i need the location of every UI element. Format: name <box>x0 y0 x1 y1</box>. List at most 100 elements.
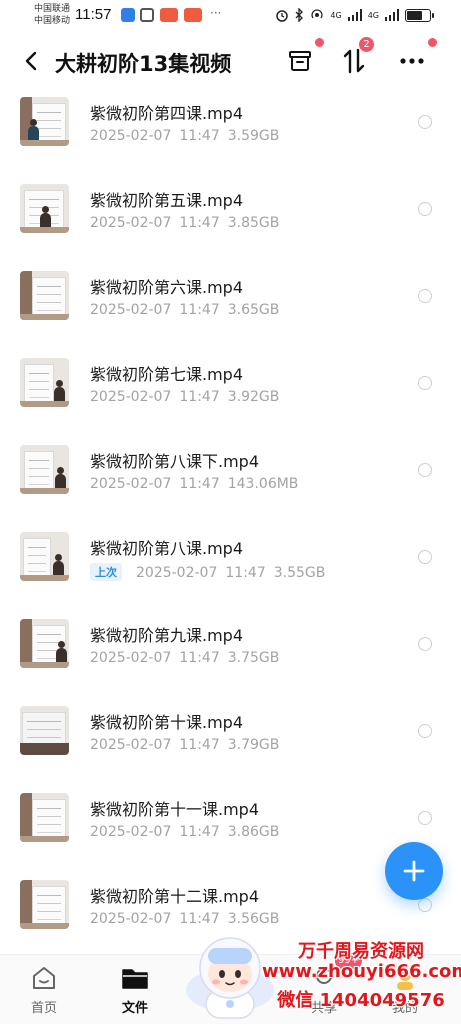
file-name: 紫微初阶第十课.mp4 <box>90 713 244 732</box>
file-name: 紫微初阶第四课.mp4 <box>90 104 244 123</box>
select-radio[interactable] <box>418 202 432 216</box>
video-thumbnail <box>20 880 69 929</box>
video-thumbnail <box>20 97 69 146</box>
more-options-button[interactable] <box>395 38 437 78</box>
app-notification-icon <box>160 8 178 22</box>
file-row[interactable]: 紫微初阶第四课.mp4 2025-02-07 11:47 3.59GB <box>0 90 461 177</box>
file-meta: 2025-02-07 11:47 3.75GB <box>90 650 279 666</box>
select-radio[interactable] <box>418 898 432 912</box>
video-thumbnail <box>20 793 69 842</box>
nav-home[interactable]: 首页 <box>14 963 74 1019</box>
file-row[interactable]: 紫微初阶第九课.mp4 2025-02-07 11:47 3.75GB <box>0 612 461 699</box>
more-horizontal-icon <box>400 58 424 64</box>
select-radio[interactable] <box>418 463 432 477</box>
file-name: 紫微初阶第八课下.mp4 <box>90 452 260 471</box>
file-time: 11:47 <box>179 650 220 666</box>
app-notification-icon <box>121 8 135 22</box>
video-thumbnail <box>20 271 69 320</box>
more-notifications-icon: ··· <box>210 6 222 20</box>
top-app-bar: 大耕初阶13集视频 2 <box>0 32 461 90</box>
signal-icon <box>347 9 362 21</box>
file-meta: 2025-02-07 11:47 3.79GB <box>90 737 279 753</box>
file-time: 11:47 <box>179 737 220 753</box>
file-time: 11:47 <box>179 389 220 405</box>
file-row[interactable]: 紫微初阶第五课.mp4 2025-02-07 11:47 3.85GB <box>0 177 461 264</box>
carrier-2: 中国移动 <box>34 16 71 26</box>
file-row[interactable]: 紫微初阶第八课下.mp4 2025-02-07 11:47 143.06MB <box>0 438 461 525</box>
file-name: 紫微初阶第九课.mp4 <box>90 626 244 645</box>
notification-dot <box>428 38 437 47</box>
nav-files[interactable]: 文件 <box>105 963 165 1019</box>
file-meta: 2025-02-07 11:47 3.65GB <box>90 302 279 318</box>
carrier-1: 中国联通 <box>34 4 71 14</box>
system-indicators: 4G 4G <box>275 8 434 22</box>
file-meta: 2025-02-07 11:47 3.85GB <box>90 215 279 231</box>
file-time: 11:47 <box>179 911 220 927</box>
page-title: 大耕初阶13集视频 <box>55 52 232 76</box>
last-played-tag: 上次 <box>90 563 122 581</box>
file-name: 紫微初阶第七课.mp4 <box>90 365 244 384</box>
sort-button[interactable]: 2 <box>337 37 374 78</box>
signal-type-2: 4G <box>367 10 379 20</box>
select-radio[interactable] <box>418 724 432 738</box>
signal-icon <box>385 9 399 21</box>
watermark-url: www.zhouyi666.com <box>262 961 461 982</box>
nav-home-label: 首页 <box>30 1001 57 1016</box>
nav-files-label: 文件 <box>121 1001 148 1016</box>
home-icon <box>29 963 59 993</box>
sort-badge: 2 <box>359 37 374 52</box>
back-button[interactable] <box>18 46 44 76</box>
file-time: 11:47 <box>225 565 266 581</box>
file-row[interactable]: 紫微初阶第七课.mp4 2025-02-07 11:47 3.92GB <box>0 351 461 438</box>
file-name: 紫微初阶第五课.mp4 <box>90 191 244 210</box>
select-radio[interactable] <box>418 376 432 390</box>
watermark-contact: 微信 1404049576 <box>277 990 445 1011</box>
folder-icon <box>120 963 150 993</box>
plus-icon <box>403 860 425 882</box>
file-name: 紫微初阶第十二课.mp4 <box>90 887 260 906</box>
file-size: 3.59GB <box>227 128 280 144</box>
file-date: 2025-02-07 <box>90 389 172 405</box>
file-row[interactable]: 紫微初阶第八课.mp4 上次 2025-02-07 11:47 3.55GB <box>0 525 461 612</box>
file-date: 2025-02-07 <box>90 737 172 753</box>
file-time: 11:47 <box>179 215 220 231</box>
hotspot-icon <box>311 9 324 19</box>
file-size: 143.06MB <box>227 476 299 492</box>
select-radio[interactable] <box>418 811 432 825</box>
select-radio[interactable] <box>418 550 432 564</box>
video-thumbnail <box>20 445 69 494</box>
battery-icon <box>405 8 434 22</box>
file-date: 2025-02-07 <box>90 911 172 927</box>
file-size: 3.86GB <box>227 824 280 840</box>
file-time: 11:47 <box>179 128 220 144</box>
archive-button[interactable] <box>283 38 324 78</box>
file-meta: 2025-02-07 11:47 3.56GB <box>90 911 279 927</box>
file-meta: 2025-02-07 11:47 143.06MB <box>90 476 298 492</box>
notification-dot <box>315 38 324 47</box>
app-notification-icon <box>184 8 202 22</box>
video-thumbnail <box>20 184 69 233</box>
file-date: 2025-02-07 <box>90 128 172 144</box>
video-thumbnail <box>20 532 69 581</box>
carrier-info: 中国联通 中国移动 <box>34 3 70 27</box>
select-radio[interactable] <box>418 115 432 129</box>
file-date: 2025-02-07 <box>90 215 172 231</box>
file-row[interactable]: 紫微初阶第十课.mp4 2025-02-07 11:47 3.79GB <box>0 699 461 786</box>
add-button[interactable] <box>385 842 443 900</box>
watermark-site-name: 万千周易资源网 <box>298 941 424 962</box>
file-size: 3.79GB <box>227 737 280 753</box>
file-date: 2025-02-07 <box>90 650 172 666</box>
file-size: 3.65GB <box>227 302 280 318</box>
file-size: 3.75GB <box>227 650 280 666</box>
select-radio[interactable] <box>418 637 432 651</box>
select-radio[interactable] <box>418 289 432 303</box>
file-meta: 上次 2025-02-07 11:47 3.55GB <box>90 563 325 581</box>
file-row[interactable]: 紫微初阶第六课.mp4 2025-02-07 11:47 3.65GB <box>0 264 461 351</box>
file-name: 紫微初阶第六课.mp4 <box>90 278 244 297</box>
video-thumbnail <box>20 619 69 668</box>
file-meta: 2025-02-07 11:47 3.86GB <box>90 824 279 840</box>
video-thumbnail <box>20 358 69 407</box>
file-list: 紫微初阶第四课.mp4 2025-02-07 11:47 3.59GB 紫微初阶第五… <box>0 90 461 954</box>
status-time: 11:57 <box>75 6 112 23</box>
file-meta: 2025-02-07 11:47 3.92GB <box>90 389 279 405</box>
